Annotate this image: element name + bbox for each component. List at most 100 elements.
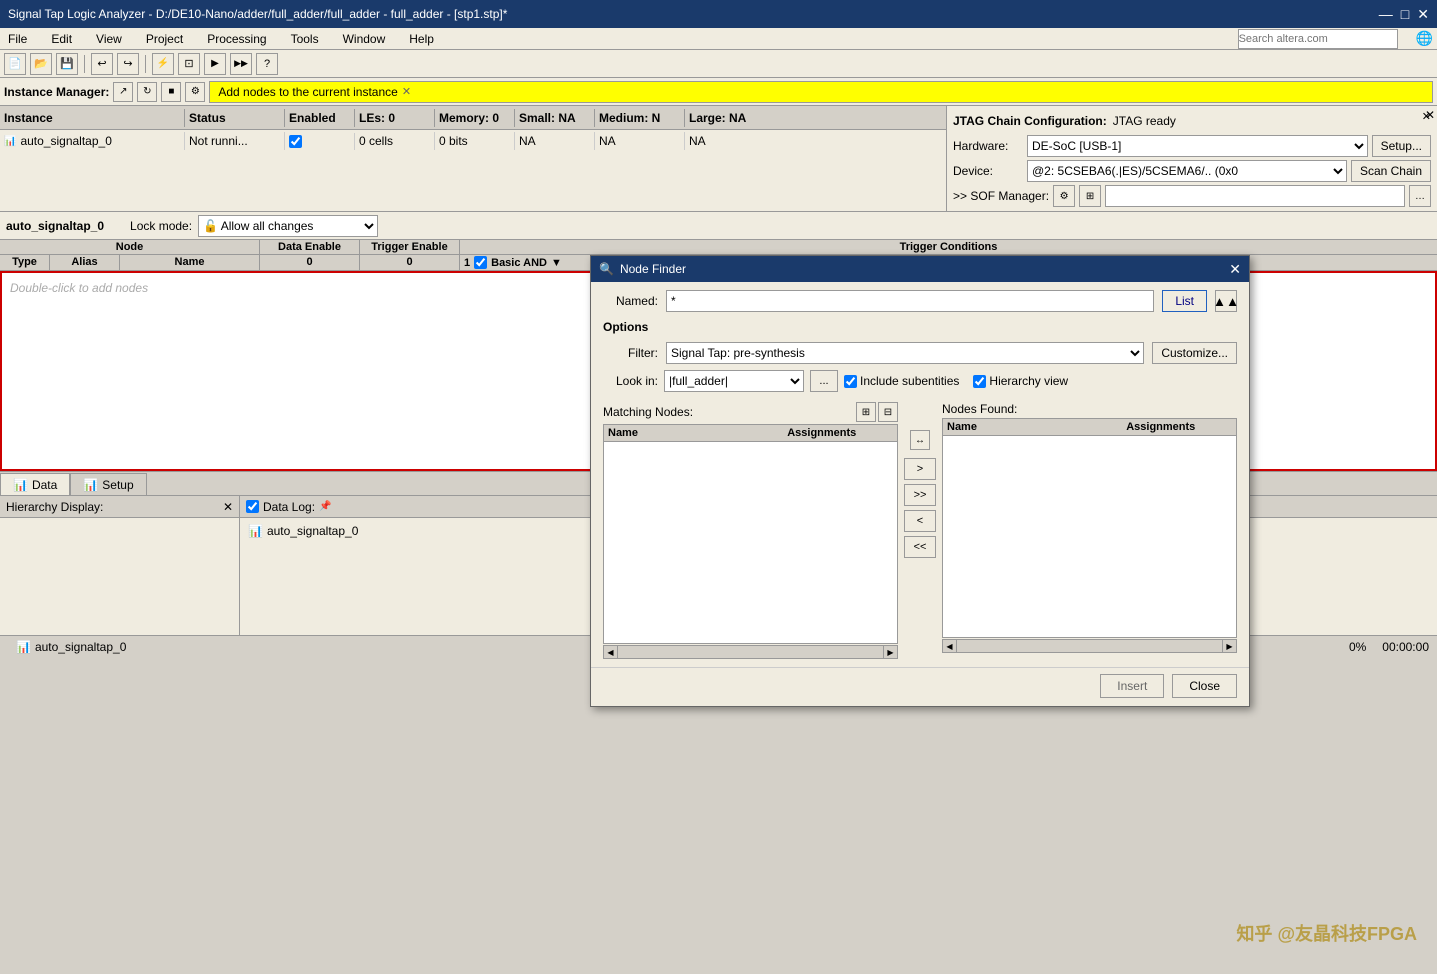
sof-label: >> SOF Manager: <box>953 189 1049 203</box>
list-button[interactable]: List <box>1162 290 1207 312</box>
pin-button[interactable]: ↔ <box>910 430 930 450</box>
new-btn[interactable]: 📄 <box>4 53 26 75</box>
hierarchy-view-text: Hierarchy view <box>989 374 1068 388</box>
col-medium-header: Medium: N <box>595 109 685 127</box>
up-arrow-icon: ▲▲ <box>1213 294 1239 309</box>
transfer-left-btn[interactable]: < <box>904 510 936 532</box>
node-instance-name: auto_signaltap_0 <box>6 219 104 233</box>
h-scroll-left[interactable]: ◀ <box>604 646 618 658</box>
nodes-found-body[interactable] <box>943 436 1236 637</box>
hierarchy-view-checkbox[interactable] <box>973 375 986 388</box>
menu-view[interactable]: View <box>92 31 126 47</box>
menu-project[interactable]: Project <box>142 31 187 47</box>
lookin-combo[interactable]: |full_adder| <box>664 370 804 392</box>
open-btn[interactable]: 📂 <box>30 53 52 75</box>
sof-more-btn[interactable]: … <box>1409 185 1431 207</box>
browse-button[interactable]: ... <box>810 370 838 392</box>
matching-pin-btn-1[interactable]: ⊞ <box>856 402 876 422</box>
found-hscrollbar[interactable]: ◀ ▶ <box>942 639 1237 653</box>
named-label: Named: <box>603 294 658 308</box>
banner-close-btn[interactable]: ✕ <box>402 85 411 98</box>
matching-nodes-body[interactable] <box>604 442 897 643</box>
im-btn-refresh[interactable]: ↻ <box>137 82 157 102</box>
device-row: Device: @2: 5CSEBA6(.|ES)/5CSEMA6/.. (0x… <box>953 160 1431 182</box>
matching-hscrollbar[interactable]: ◀ ▶ <box>603 645 898 659</box>
run-btn[interactable]: ⚡ <box>152 53 174 75</box>
jtag-panel: ✕ JTAG Chain Configuration: JTAG ready ✕… <box>947 106 1437 211</box>
scan-chain-button[interactable]: Scan Chain <box>1351 160 1431 182</box>
col-instance-header: Instance <box>0 109 185 127</box>
sof-input[interactable] <box>1105 185 1405 207</box>
data-log-item-name: auto_signaltap_0 <box>267 524 358 538</box>
hardware-combo[interactable]: DE-SoC [USB-1] <box>1027 135 1368 157</box>
h-scroll-right[interactable]: ▶ <box>883 646 897 658</box>
im-btn-stop[interactable]: ■ <box>161 82 181 102</box>
step-btn[interactable]: ▶ <box>204 53 226 75</box>
matching-nodes-label: Matching Nodes: <box>603 405 693 419</box>
filter-combo[interactable]: Signal Tap: pre-synthesis <box>666 342 1144 364</box>
sof-icon-btn-1[interactable]: ⚙ <box>1053 185 1075 207</box>
filter-label: Filter: <box>603 346 658 360</box>
transfer-right-all-btn[interactable]: >> <box>904 484 936 506</box>
autorun-btn[interactable]: ▶▶ <box>230 53 252 75</box>
menu-tools[interactable]: Tools <box>287 31 323 47</box>
toolbar-sep-1 <box>84 55 85 73</box>
include-sub-label[interactable]: Include subentities <box>844 374 959 388</box>
lock-mode-label: Lock mode: <box>130 219 192 233</box>
menu-file[interactable]: File <box>4 31 31 47</box>
save-btn[interactable]: 💾 <box>56 53 78 75</box>
matching-pin-btn-2[interactable]: ⊟ <box>878 402 898 422</box>
sof-icon-btn-2[interactable]: ⊞ <box>1079 185 1101 207</box>
nodes-found-label: Nodes Found: <box>942 402 1017 416</box>
device-combo[interactable]: @2: 5CSEBA6(.|ES)/5CSEMA6/.. (0x0 <box>1027 160 1347 182</box>
setup-button[interactable]: Setup... <box>1372 135 1431 157</box>
stop-btn[interactable]: ⊡ <box>178 53 200 75</box>
menu-window[interactable]: Window <box>339 31 390 47</box>
transfer-right-btn[interactable]: > <box>904 458 936 480</box>
col-memory-header: Memory: 0 <box>435 109 515 127</box>
transfer-left-all-btn[interactable]: << <box>904 536 936 558</box>
help-btn[interactable]: ? <box>256 53 278 75</box>
up-arrow-button[interactable]: ▲▲ <box>1215 290 1237 312</box>
redo-btn[interactable]: ↪ <box>117 53 139 75</box>
undo-btn[interactable]: ↩ <box>91 53 113 75</box>
search-input[interactable] <box>1238 29 1398 49</box>
nodes-found-table: Name Assignments <box>942 418 1237 638</box>
instance-name-cell: auto_signaltap_0 <box>20 134 111 148</box>
menu-help[interactable]: Help <box>405 31 438 47</box>
transfer-buttons: ↔ > >> < << <box>902 430 938 558</box>
matching-nodes-panel: Matching Nodes: ⊞ ⊟ Name Assignments <box>603 402 898 659</box>
found-h-scroll-right[interactable]: ▶ <box>1222 640 1236 652</box>
dialog-close-btn[interactable]: ✕ <box>1229 261 1241 278</box>
include-sub-checkbox[interactable] <box>844 375 857 388</box>
im-btn-config[interactable]: ⚙ <box>185 82 205 102</box>
hierarchy-close-btn[interactable]: ✕ <box>223 500 233 514</box>
customize-button[interactable]: Customize... <box>1152 342 1237 364</box>
hardware-row: Hardware: DE-SoC [USB-1] Setup... <box>953 135 1431 157</box>
tab-setup[interactable]: 📊 Setup <box>70 473 146 495</box>
trigger-cond-dropdown[interactable]: ▼ <box>551 257 562 269</box>
tab-data[interactable]: 📊 Data <box>0 473 70 495</box>
options-label: Options <box>603 320 1237 334</box>
close-button[interactable]: ✕ <box>1417 6 1429 23</box>
jtag-panel-close[interactable]: ✕ <box>1422 110 1431 123</box>
found-col-name: Name <box>947 421 1090 433</box>
minimize-button[interactable]: — <box>1379 6 1393 23</box>
close-dialog-button[interactable]: Close <box>1172 674 1237 698</box>
menu-processing[interactable]: Processing <box>203 31 270 47</box>
menu-edit[interactable]: Edit <box>47 31 76 47</box>
named-input[interactable] <box>666 290 1154 312</box>
hierarchy-panel: Hierarchy Display: ✕ <box>0 496 240 635</box>
instance-enabled-checkbox[interactable] <box>289 135 302 148</box>
hierarchy-view-label[interactable]: Hierarchy view <box>973 374 1068 388</box>
data-log-checkbox[interactable] <box>246 500 259 513</box>
lock-mode-combo[interactable]: 🔓 Allow all changes <box>198 215 378 237</box>
insert-button[interactable]: Insert <box>1100 674 1164 698</box>
instance-medium-cell: NA <box>595 132 685 150</box>
trigger-cond-checkbox[interactable] <box>474 256 487 269</box>
maximize-button[interactable]: □ <box>1401 6 1409 23</box>
im-btn-arrow[interactable]: ↗ <box>113 82 133 102</box>
dialog-title-text: Node Finder <box>620 262 686 276</box>
found-h-scroll-left[interactable]: ◀ <box>943 640 957 652</box>
instance-les-cell: 0 cells <box>355 132 435 150</box>
